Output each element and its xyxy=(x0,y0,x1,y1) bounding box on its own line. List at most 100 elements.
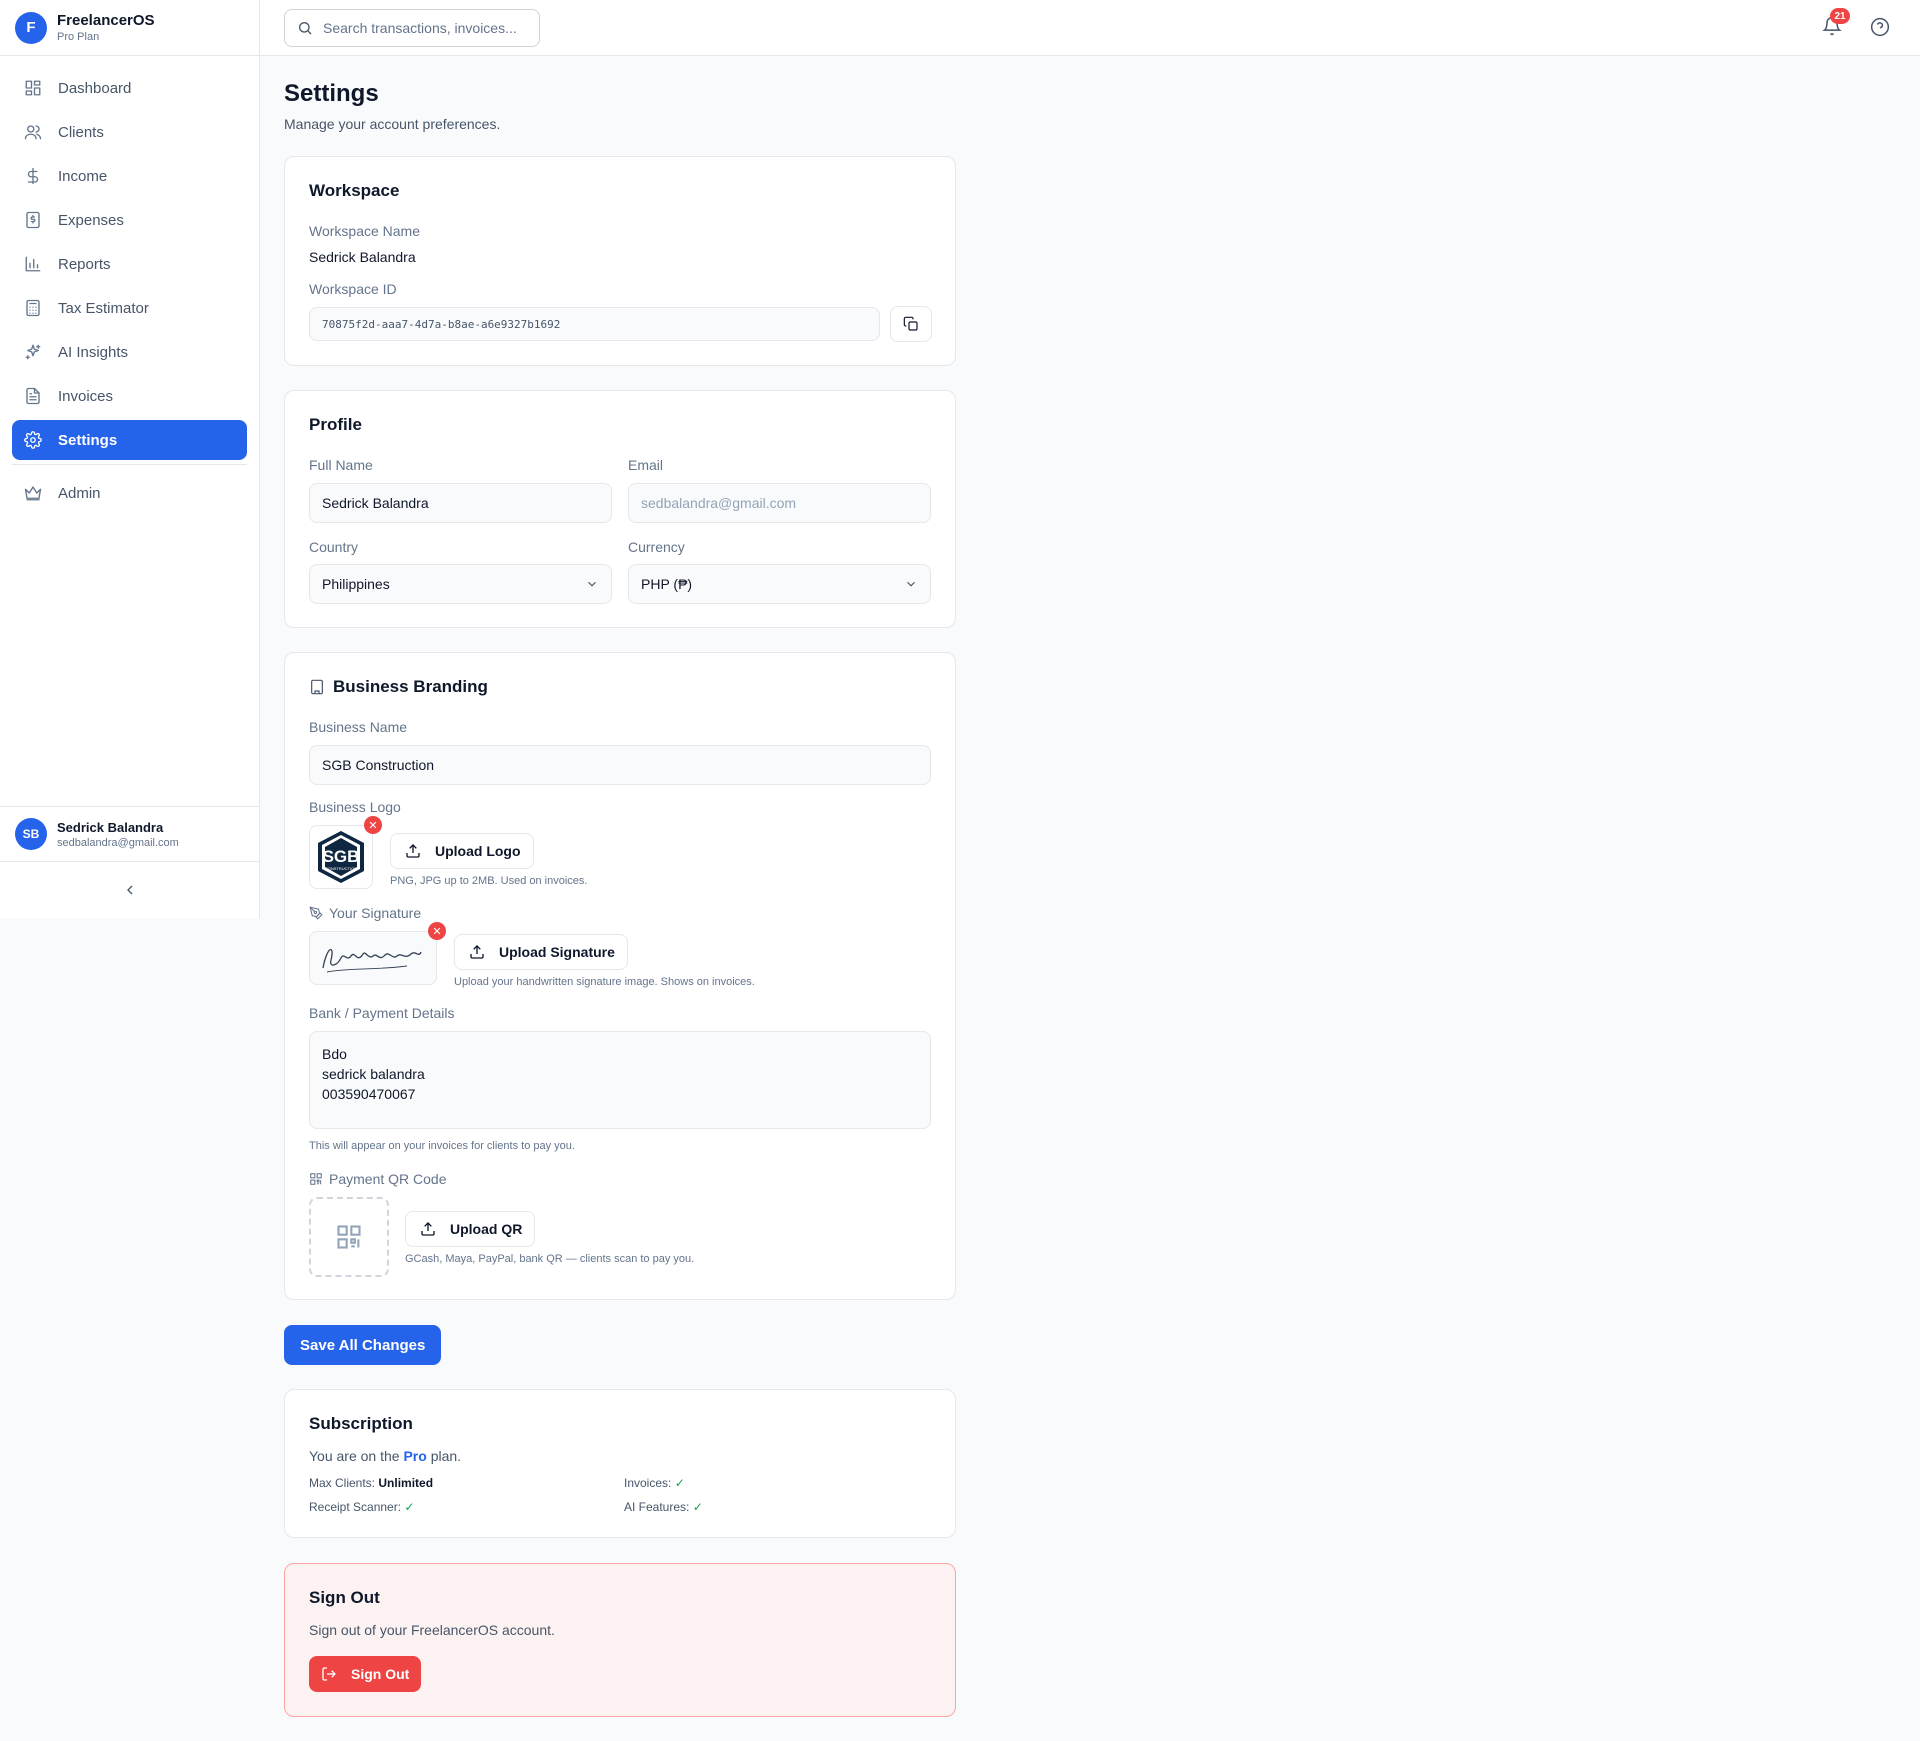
plan-text-before: You are on the xyxy=(309,1448,400,1464)
sidebar-item-clients[interactable]: Clients xyxy=(12,112,247,152)
business-name-value: SGB Construction xyxy=(322,757,435,773)
sidebar-item-invoices[interactable]: Invoices xyxy=(12,376,247,416)
feature-label: Max Clients: xyxy=(309,1476,376,1490)
business-branding-card: Business Branding Business Name SGB Cons… xyxy=(284,652,956,1300)
sgb-logo-subtext: CONSTRUCTION xyxy=(325,866,357,871)
help-button[interactable] xyxy=(1870,17,1892,39)
brand-logo: F xyxy=(15,11,47,44)
sidebar-item-label: Settings xyxy=(58,431,118,449)
help-icon xyxy=(1870,17,1890,37)
users-icon xyxy=(24,125,42,140)
sidebar-item-label: Tax Estimator xyxy=(58,299,149,317)
logo-hint: PNG, JPG up to 2MB. Used on invoices. xyxy=(390,875,588,887)
sidebar-item-expenses[interactable]: Expenses xyxy=(12,200,247,240)
remove-signature-button[interactable]: ✕ xyxy=(428,922,446,940)
sidebar-item-dashboard[interactable]: Dashboard xyxy=(12,68,247,108)
country-select[interactable]: Philippines xyxy=(309,564,612,604)
sgb-logo: SGB CONSTRUCTION xyxy=(318,831,364,883)
sparkles-icon xyxy=(25,344,41,360)
upload-icon xyxy=(406,844,420,858)
full-name-field[interactable]: Sedrick Balandra xyxy=(309,483,612,523)
upload-icon xyxy=(421,1222,435,1236)
user-name: Sedrick Balandra xyxy=(57,819,164,835)
page-subtitle: Manage your account preferences. xyxy=(284,116,501,132)
sidebar-item-label: Invoices xyxy=(58,387,114,405)
qr-code-icon xyxy=(337,1225,361,1249)
email-value: sedbalandra@gmail.com xyxy=(641,495,797,511)
save-all-changes-button[interactable]: Save All Changes xyxy=(284,1325,442,1365)
check-icon: ✓ xyxy=(692,1500,703,1514)
collapse-sidebar-button[interactable] xyxy=(0,868,259,912)
close-icon: ✕ xyxy=(432,925,442,938)
country-value: Philippines xyxy=(322,576,390,592)
check-icon: ✓ xyxy=(674,1476,685,1490)
page-title: Settings xyxy=(284,80,379,107)
check-icon: ✓ xyxy=(404,1500,415,1514)
business-name-field[interactable]: SGB Construction xyxy=(309,745,931,785)
email-field[interactable]: sedbalandra@gmail.com xyxy=(628,483,931,523)
chevron-down-icon xyxy=(907,581,915,587)
signature-image xyxy=(309,931,437,985)
sign-out-button[interactable]: Sign Out xyxy=(309,1656,422,1692)
gear-icon xyxy=(24,431,42,449)
signature-hint: Upload your handwritten signature image.… xyxy=(454,976,755,988)
subscription-title: Subscription xyxy=(309,1414,413,1433)
receipt-icon xyxy=(26,211,40,229)
sign-out-label: Sign Out xyxy=(351,1666,410,1682)
sidebar-item-settings[interactable]: Settings xyxy=(12,420,247,460)
sidebar-item-income[interactable]: Income xyxy=(12,156,247,196)
feature-invoices: Invoices: ✓ xyxy=(624,1476,685,1490)
search-input[interactable]: Search transactions, invoices... xyxy=(284,9,540,47)
sidebar-item-reports[interactable]: Reports xyxy=(12,244,247,284)
brand-plan: Pro Plan xyxy=(57,31,100,43)
sidebar-item-tax-estimator[interactable]: Tax Estimator xyxy=(12,288,247,328)
sidebar-item-ai-insights[interactable]: AI Insights xyxy=(12,332,247,372)
qr-label-row: Payment QR Code xyxy=(309,1171,447,1187)
nav-divider xyxy=(12,464,247,465)
topbar: Search transactions, invoices... 21 xyxy=(260,0,1920,56)
remove-logo-button[interactable]: ✕ xyxy=(364,816,382,834)
sidebar-item-label: Clients xyxy=(58,123,104,141)
sidebar-item-label: Income xyxy=(58,167,108,185)
feature-value: Unlimited xyxy=(378,1476,434,1490)
qr-hint: GCash, Maya, PayPal, bank QR — clients s… xyxy=(405,1253,695,1265)
copy-workspace-id-button[interactable] xyxy=(890,306,932,342)
bank-line: sedrick balandra xyxy=(322,1066,425,1082)
brand[interactable]: F FreelancerOS Pro Plan xyxy=(0,0,259,56)
user-profile[interactable]: SB Sedrick Balandra sedbalandra@gmail.co… xyxy=(0,806,259,862)
upload-logo-button[interactable]: Upload Logo xyxy=(390,833,534,869)
avatar: SB xyxy=(15,818,47,850)
feature-max-clients: Max Clients: Unlimited xyxy=(309,1476,433,1490)
workspace-name-value: Sedrick Balandra xyxy=(309,249,416,265)
sidebar-item-label: Expenses xyxy=(58,211,124,229)
qr-code-icon xyxy=(310,1173,322,1185)
business-logo-label: Business Logo xyxy=(309,799,401,815)
search-icon xyxy=(299,22,312,35)
sign-out-description: Sign out of your FreelancerOS account. xyxy=(309,1622,555,1638)
business-name-label: Business Name xyxy=(309,719,408,735)
feature-label: AI Features: xyxy=(624,1500,690,1514)
sign-out-card: Sign Out Sign out of your FreelancerOS a… xyxy=(284,1563,956,1717)
currency-value: PHP (₱) xyxy=(641,576,693,592)
bank-details-textarea[interactable]: Bdo sedrick balandra 003590470067 xyxy=(309,1031,931,1129)
feature-ai-features: AI Features: ✓ xyxy=(624,1500,703,1514)
feature-receipt-scanner: Receipt Scanner: ✓ xyxy=(309,1500,414,1514)
currency-select[interactable]: PHP (₱) xyxy=(628,564,931,604)
profile-title: Profile xyxy=(309,415,362,434)
qr-placeholder[interactable] xyxy=(309,1197,389,1277)
workspace-id-field[interactable]: 70875f2d-aaa7-4d7a-b8ae-a6e9327b1692 xyxy=(309,307,880,341)
profile-card: Profile Full Name Sedrick Balandra Email… xyxy=(284,390,956,628)
bank-line: 003590470067 xyxy=(322,1086,416,1102)
sidebar-item-label: Reports xyxy=(58,255,111,273)
sidebar-item-label: Dashboard xyxy=(58,79,132,97)
plan-text-after: plan. xyxy=(430,1448,462,1464)
upload-qr-button[interactable]: Upload QR xyxy=(405,1211,536,1247)
branding-title: Business Branding xyxy=(333,677,488,696)
branding-title-row: Business Branding xyxy=(309,677,931,697)
subscription-plan-text: You are on the Pro plan. xyxy=(309,1448,461,1464)
upload-logo-label: Upload Logo xyxy=(435,843,521,859)
workspace-id-label: Workspace ID xyxy=(309,281,397,297)
sidebar-item-admin[interactable]: Admin xyxy=(12,473,247,513)
currency-label: Currency xyxy=(628,539,685,555)
upload-signature-button[interactable]: Upload Signature xyxy=(454,934,628,970)
